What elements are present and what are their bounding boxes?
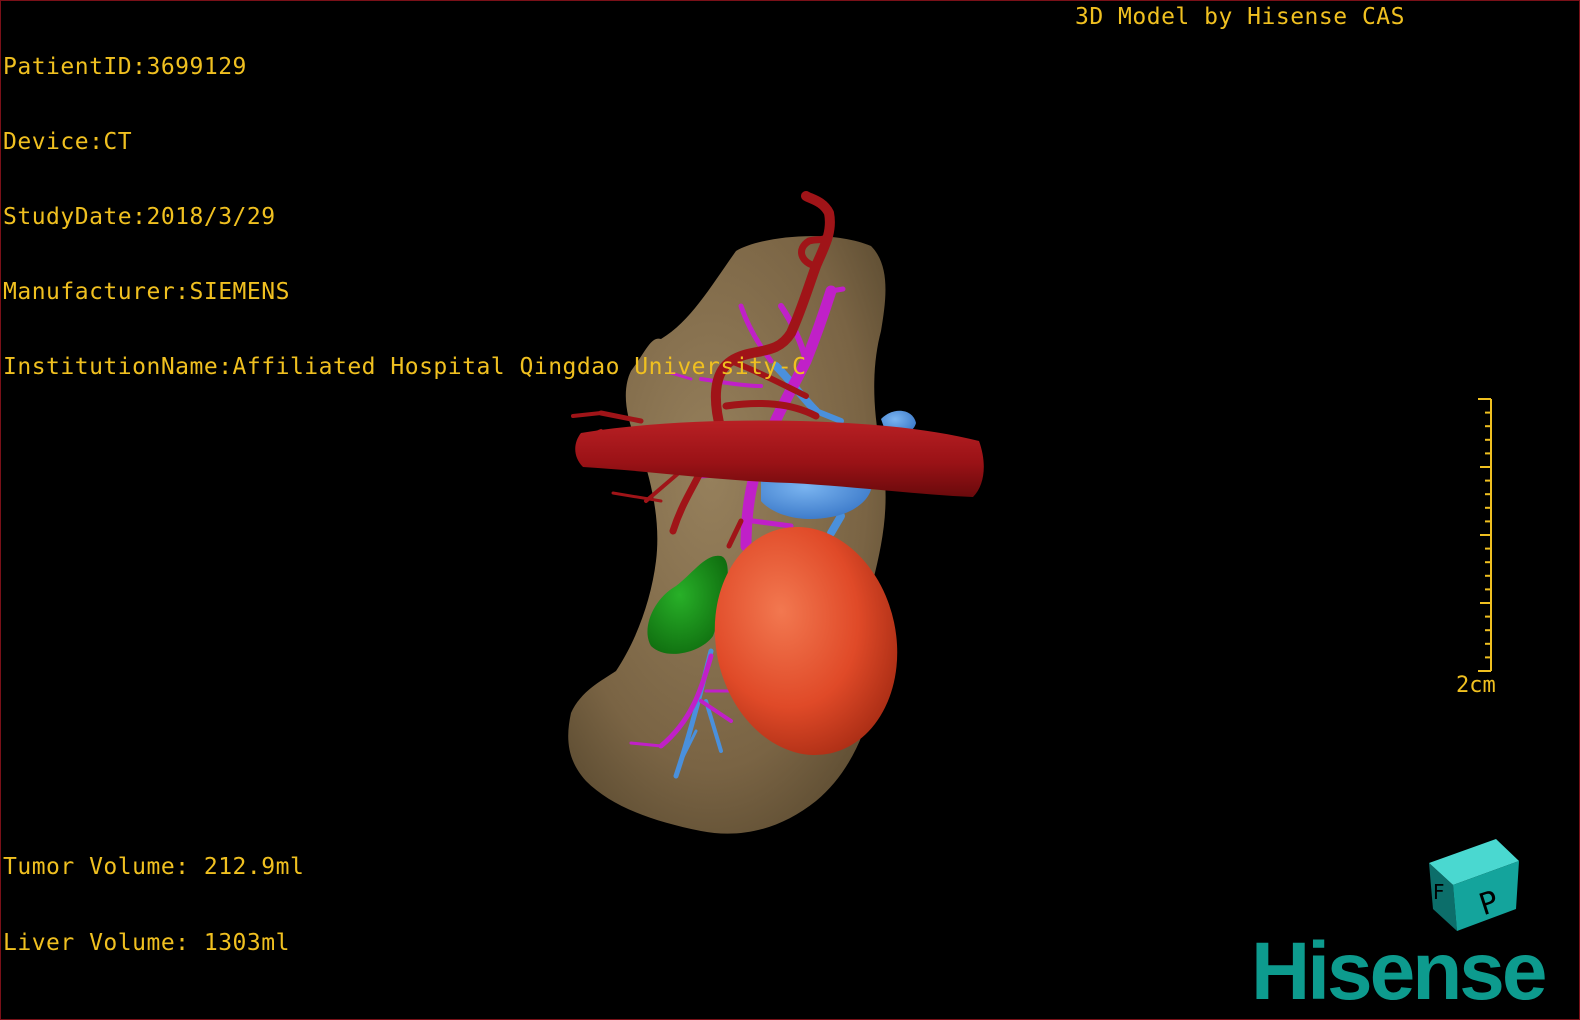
hisense-logo: Hisense [1251, 926, 1548, 1017]
study-date: StudyDate:2018/3/29 [3, 204, 276, 230]
scale-bar [1478, 398, 1492, 672]
3d-viewport[interactable]: P F PatientID:3699129 Device:CT StudyDat… [0, 0, 1580, 1020]
volume-summary: Tumor Volume: 212.9ml Liver Volume: 1303… [3, 805, 304, 1007]
cube-face-left-label: F [1433, 880, 1445, 904]
scale-bar-label: 2cm [1456, 673, 1496, 698]
model-credit: 3D Model by Hisense CAS [1075, 4, 1405, 30]
liver-volume: Liver Volume: 1303ml [3, 930, 290, 956]
orientation-cube[interactable]: P F [1429, 839, 1519, 931]
tumor-volume: Tumor Volume: 212.9ml [3, 854, 305, 880]
manufacturer: Manufacturer:SIEMENS [3, 279, 290, 305]
patient-id: PatientID:3699129 [3, 54, 247, 80]
device: Device:CT [3, 129, 133, 155]
institution-name: InstitutionName:Affiliated Hospital Qing… [3, 354, 807, 380]
patient-info: PatientID:3699129 Device:CT StudyDate:20… [3, 5, 806, 430]
